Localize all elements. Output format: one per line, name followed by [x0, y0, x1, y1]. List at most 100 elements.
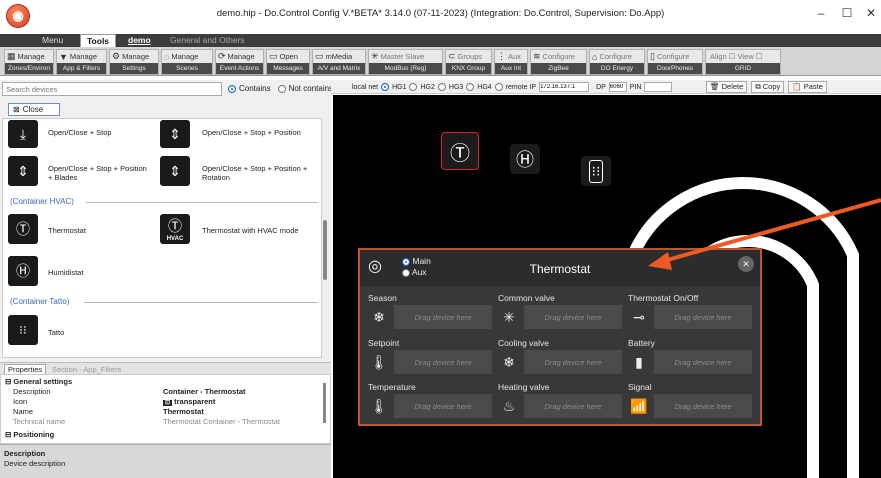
ribbon-button-1[interactable]: ▼ Manage App & Filters — [56, 49, 107, 75]
pin-input[interactable] — [644, 82, 673, 92]
title-bar — [0, 0, 881, 38]
drop-zone-temperature[interactable]: Drag device here — [394, 394, 492, 418]
panel-title: Thermostat — [529, 262, 591, 276]
slot-label-onoff: Thermostat On/Off — [628, 293, 699, 303]
drop-zone-cooling[interactable]: Drag device here — [524, 350, 622, 374]
copy-button[interactable]: ⧉ Copy — [751, 81, 785, 93]
drop-zone-battery[interactable]: Drag device here — [654, 350, 752, 374]
tab-general-others[interactable]: General and Others — [164, 34, 251, 47]
remote-ip-input[interactable] — [539, 82, 590, 92]
device-thermostat-hvac[interactable]: Thermostat with HVAC mode — [202, 226, 299, 235]
device-tatto[interactable]: Tatto — [48, 328, 64, 337]
ribbon-button-13[interactable]: Align ☐ View ☐ GRID — [705, 49, 781, 75]
ribbon-button-label: Manage — [122, 52, 150, 62]
hg3-radio[interactable] — [437, 83, 446, 91]
ribbon-button-label: Configure — [656, 52, 690, 62]
slot-label-temperature: Temperature — [368, 382, 416, 392]
drop-zone-common_valve[interactable]: Drag device here — [524, 305, 622, 329]
ribbon-button-5[interactable]: ▭ Open Messages — [266, 49, 310, 75]
device-open-close-stop[interactable]: Open/Close + Stop — [48, 128, 112, 137]
description-text: Device description — [4, 459, 66, 468]
paste-button[interactable]: 📋 Paste — [788, 81, 827, 93]
ribbon-icon: ⋮ — [497, 51, 506, 62]
properties-tabs: Properties Section - App_Filters — [0, 362, 331, 375]
ribbon-icon: ⟳ — [218, 51, 226, 62]
slot-label-setpoint: Setpoint — [368, 338, 400, 348]
setpoint-icon: 🌡 — [370, 353, 388, 370]
hg2-radio[interactable] — [409, 83, 418, 91]
general-settings-header[interactable]: ⊟ General settings — [5, 377, 72, 386]
ribbon-icon: ▦ — [7, 51, 16, 62]
device-humidistat[interactable]: Humidistat — [48, 268, 83, 277]
blind-rotation-icon[interactable]: ⇕ — [160, 156, 190, 186]
tatto-icon[interactable]: ⁝⁝ — [8, 315, 38, 345]
ribbon-group-label: Scenes — [162, 63, 212, 74]
tab-tools[interactable]: Tools — [80, 34, 117, 47]
canvas-thermostat-selected[interactable]: Ⓣ — [441, 132, 479, 170]
prop-icon-value[interactable]: ⊡ transparent — [163, 397, 215, 406]
ribbon-button-0[interactable]: ▦ Manage Zones/Environ — [4, 49, 54, 75]
ribbon-button-3[interactable]: ◌ Manage Scenes — [161, 49, 213, 75]
container-hvac-label: (Container HVAC) — [10, 197, 74, 206]
contains-filter[interactable]: Contains Not contains — [228, 84, 333, 93]
blind-blades-icon[interactable]: ⇕ — [8, 156, 38, 186]
ribbon-group-label: Event Actions — [216, 63, 263, 74]
panel-close-button[interactable]: ✕ — [738, 256, 754, 272]
device-thermostat[interactable]: Thermostat — [48, 226, 86, 235]
ribbon-group-label: Aux Int — [495, 63, 527, 74]
prop-icon-label: Icon — [13, 397, 28, 406]
drop-zone-onoff[interactable]: Drag device here — [654, 305, 752, 329]
drop-zone-season[interactable]: Drag device here — [394, 305, 492, 329]
minimize-button[interactable]: – — [814, 6, 828, 20]
hg4-radio[interactable] — [466, 83, 475, 91]
search-devices-input[interactable] — [2, 82, 222, 96]
properties-scrollbar[interactable] — [323, 383, 326, 423]
prop-name-value[interactable]: Thermostat — [163, 407, 204, 416]
prop-description-value[interactable]: Container - Thermostat — [163, 387, 246, 396]
port-input[interactable] — [608, 82, 627, 92]
thermostat-hvac-icon[interactable]: Ⓣ HVAC — [160, 214, 190, 244]
ribbon-button-label: Manage — [171, 52, 199, 62]
maximize-button[interactable]: ☐ — [840, 6, 854, 20]
positioning-header[interactable]: ⊟ Positioning — [5, 430, 54, 439]
ribbon-button-6[interactable]: ▭ mMedia A/V and Matrix — [312, 49, 366, 75]
tab-menu[interactable]: Menu — [36, 34, 69, 47]
ribbon-button-10[interactable]: ≋ Configure ZigBee — [530, 49, 587, 75]
thermostat-icon[interactable]: Ⓣ — [8, 214, 38, 244]
close-button[interactable]: ⊠ Close — [8, 103, 60, 116]
ribbon-button-7[interactable]: ✳ Master Slave ModBus (Reg) — [368, 49, 443, 75]
prop-technical-name-value: Thermostat Container - Thermostat — [163, 417, 280, 426]
canvas-humidistat[interactable]: Ⓗ — [510, 144, 540, 174]
drop-zone-heating[interactable]: Drag device here — [524, 394, 622, 418]
slot-label-season: Season — [368, 293, 397, 303]
ribbon-button-11[interactable]: ⌂ Configure DO Energy — [589, 49, 645, 75]
not-contains-radio[interactable] — [277, 84, 286, 93]
remote-ip-radio[interactable] — [494, 83, 503, 91]
ribbon-button-4[interactable]: ⟳ Manage Event Actions — [215, 49, 264, 75]
device-open-close-rotation[interactable]: Open/Close + Stop + Position + Rotation — [202, 164, 312, 182]
humidistat-icon[interactable]: Ⓗ — [8, 256, 38, 286]
close-window-button[interactable]: ✕ — [864, 6, 878, 20]
container-tatto-label: (Container Tatto) — [10, 297, 70, 306]
close-button-label: Close — [22, 105, 44, 114]
device-open-close-blades[interactable]: Open/Close + Stop + Position + Blades — [48, 164, 153, 182]
network-selector: local net HG1 HG2 HG3 HG4 remote IP DP P… — [352, 82, 673, 92]
slot-label-common_valve: Common valve — [498, 293, 555, 303]
tab-demo[interactable]: demo — [122, 34, 157, 47]
device-open-close-stop-position[interactable]: Open/Close + Stop + Position — [202, 128, 301, 137]
drop-zone-setpoint[interactable]: Drag device here — [394, 350, 492, 374]
contains-radio[interactable] — [228, 84, 236, 93]
drop-zone-signal[interactable]: Drag device here — [654, 394, 752, 418]
ribbon-button-2[interactable]: ⚙ Manage Settings — [109, 49, 159, 75]
ribbon-icon: ✳ — [371, 51, 379, 62]
tab-section-app-filters[interactable]: Section - App_Filters — [52, 365, 121, 374]
scrollbar-thumb[interactable] — [323, 220, 327, 280]
ribbon-button-8[interactable]: ⊂ Groups KNX Group — [445, 49, 492, 75]
canvas-tatto[interactable]: ⁝⁝ — [581, 156, 611, 186]
ribbon-button-9[interactable]: ⋮ Aux Aux Int — [494, 49, 528, 75]
hg1-radio[interactable] — [381, 83, 390, 91]
blind-stop-icon[interactable]: ⤓ — [8, 120, 38, 148]
delete-button[interactable]: 🗑 Delete — [706, 81, 748, 93]
blind-position-icon[interactable]: ⇕ — [160, 120, 190, 148]
ribbon-button-12[interactable]: ▯ Configure DoorPhones — [647, 49, 703, 75]
